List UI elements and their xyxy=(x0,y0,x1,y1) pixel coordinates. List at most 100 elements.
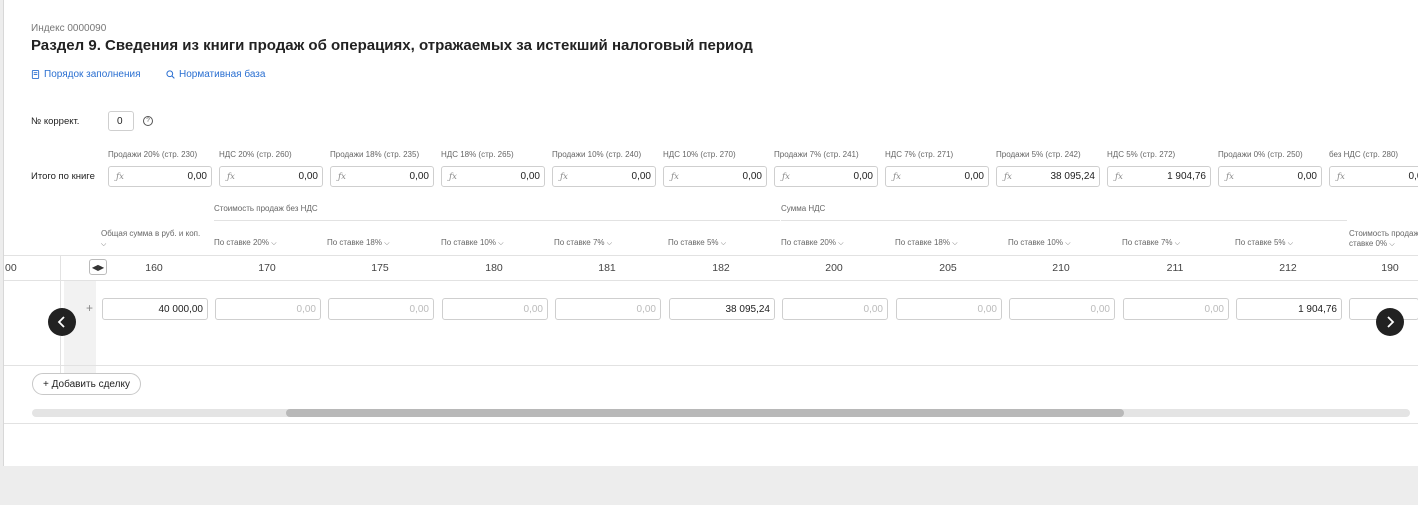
totals-field[interactable]: ƒx 1 904,76 xyxy=(1107,166,1211,187)
formula-icon: ƒx xyxy=(893,171,901,182)
totals-field[interactable]: ƒx 0,00 xyxy=(774,166,878,187)
totals-field[interactable]: ƒx 0,00 xyxy=(108,166,212,187)
row-input[interactable]: 0,00 xyxy=(896,298,1002,320)
totals-header: без НДС (стр. 280) xyxy=(1329,150,1399,159)
code-cell: 170 xyxy=(258,262,276,274)
formula-icon: ƒx xyxy=(338,171,346,182)
row-input[interactable]: 40 000,00 xyxy=(102,298,208,320)
totals-header: НДС 18% (стр. 265) xyxy=(441,150,514,159)
row-divider xyxy=(4,365,1418,366)
scrollbar-thumb[interactable] xyxy=(286,409,1124,417)
column-header-label: По ставке 20% xyxy=(781,238,836,247)
column-header-label: По ставке 18% xyxy=(895,238,950,247)
help-icon[interactable]: ? xyxy=(143,116,153,126)
totals-value: 0,00 xyxy=(187,171,207,182)
totals-field[interactable]: ƒx 0,00 xyxy=(330,166,434,187)
totals-value: 0,00 xyxy=(409,171,429,182)
code-divider xyxy=(4,280,1418,281)
formula-icon: ƒx xyxy=(449,171,457,182)
totals-header: НДС 5% (стр. 272) xyxy=(1107,150,1176,159)
add-deal-button[interactable]: + Добавить сделку xyxy=(32,373,141,395)
chevron-down-icon: ⌵ xyxy=(838,240,844,247)
column-header[interactable]: По ставке 10% ⌵ xyxy=(441,238,504,249)
code-cell: 211 xyxy=(1166,262,1184,274)
totals-field[interactable]: ƒx 0,00 xyxy=(1218,166,1322,187)
correction-input[interactable]: 0 xyxy=(108,111,134,131)
regulatory-link[interactable]: Нормативная база xyxy=(166,69,265,80)
row-add-icon[interactable]: + xyxy=(86,301,93,315)
formula-icon: ƒx xyxy=(560,171,568,182)
totals-value: 38 095,24 xyxy=(1050,171,1096,182)
column-header[interactable]: По ставке 5% ⌵ xyxy=(668,238,726,249)
totals-field[interactable]: ƒx 0,00 xyxy=(219,166,323,187)
totals-field[interactable]: ƒx 0,00 xyxy=(885,166,989,187)
column-header-total[interactable]: Общая сумма в руб. и коп. ⌵ xyxy=(101,229,200,250)
chevron-down-icon: ⌵ xyxy=(1389,241,1395,248)
row-input[interactable]: 0,00 xyxy=(328,298,434,320)
column-header[interactable]: По ставке 7% ⌵ xyxy=(1122,238,1180,249)
row-input[interactable]: 0,00 xyxy=(555,298,661,320)
fill-order-link-label: Порядок заполнения xyxy=(44,69,141,80)
section-card: Индекс 0000090 Раздел 9. Сведения из кни… xyxy=(3,0,1418,466)
totals-field[interactable]: ƒx 38 095,24 xyxy=(996,166,1100,187)
formula-icon: ƒx xyxy=(116,171,124,182)
scroll-left-button[interactable] xyxy=(48,308,76,336)
totals-value: 0,00 xyxy=(1408,171,1418,182)
code-cell: 180 xyxy=(485,262,503,274)
chevron-down-icon: ⌵ xyxy=(1065,240,1071,247)
code-cell: 181 xyxy=(598,262,616,274)
fill-order-link[interactable]: Порядок заполнения xyxy=(31,69,141,80)
chevron-down-icon: ⌵ xyxy=(498,240,504,247)
search-icon xyxy=(166,70,175,79)
chevron-right-icon xyxy=(1387,316,1395,328)
chevron-down-icon: ⌵ xyxy=(952,240,958,247)
column-header[interactable]: По ставке 10% ⌵ xyxy=(1008,238,1071,249)
totals-header: Продажи 0% (стр. 250) xyxy=(1218,150,1303,159)
chevron-down-icon: ⌵ xyxy=(720,240,727,247)
column-header[interactable]: По ставке 20% ⌵ xyxy=(214,238,277,249)
column-header-label: По ставке 10% xyxy=(441,238,496,247)
column-header-label: По ставке 5% xyxy=(668,238,719,247)
totals-header: НДС 10% (стр. 270) xyxy=(663,150,736,159)
column-header[interactable]: По ставке 18% ⌵ xyxy=(895,238,958,249)
code-cell: 212 xyxy=(1279,262,1297,274)
section-index: Индекс 0000090 xyxy=(31,23,107,34)
row-input[interactable]: 0,00 xyxy=(215,298,321,320)
regulatory-link-label: Нормативная база xyxy=(179,69,266,80)
group-header-vat: Сумма НДС xyxy=(781,204,826,213)
group-divider xyxy=(781,220,1347,221)
column-header[interactable]: По ставке 7% ⌵ xyxy=(554,238,612,249)
chevron-down-icon: ⌵ xyxy=(1287,240,1294,247)
chevron-down-icon: ⌵ xyxy=(1174,240,1181,247)
chevron-down-icon: ⌵ xyxy=(101,241,107,248)
code-cell: 190 xyxy=(1381,262,1399,274)
totals-field[interactable]: ƒx 0,00 xyxy=(663,166,767,187)
column-header[interactable]: Стоимость продаж по ставке 0% ⌵ xyxy=(1349,229,1418,250)
group-divider xyxy=(214,220,780,221)
document-icon xyxy=(31,70,40,79)
chevron-down-icon: ⌵ xyxy=(606,240,613,247)
row-input[interactable]: 0,00 xyxy=(782,298,888,320)
formula-icon: ƒx xyxy=(1115,171,1123,182)
row-input[interactable]: 0,00 xyxy=(1009,298,1115,320)
totals-field[interactable]: ƒx 0,00 xyxy=(1329,166,1418,187)
row-input[interactable]: 0,00 xyxy=(1123,298,1229,320)
row-input[interactable]: 0,00 xyxy=(442,298,548,320)
column-header[interactable]: По ставке 18% ⌵ xyxy=(327,238,390,249)
totals-field[interactable]: ƒx 0,00 xyxy=(441,166,545,187)
column-header[interactable]: По ставке 20% ⌵ xyxy=(781,238,844,249)
scroll-right-button[interactable] xyxy=(1376,308,1404,336)
row-input[interactable]: 1 904,76 xyxy=(1236,298,1342,320)
column-header-label: Стоимость продаж по xyxy=(1349,229,1418,238)
chevron-left-icon xyxy=(57,316,65,328)
totals-value: 0,00 xyxy=(853,171,873,182)
totals-header: Продажи 5% (стр. 242) xyxy=(996,150,1081,159)
chevron-down-icon: ⌵ xyxy=(384,240,390,247)
totals-header: НДС 20% (стр. 260) xyxy=(219,150,292,159)
totals-field[interactable]: ƒx 0,00 xyxy=(552,166,656,187)
column-header[interactable]: По ставке 5% ⌵ xyxy=(1235,238,1293,249)
page-title: Раздел 9. Сведения из книги продаж об оп… xyxy=(31,37,753,54)
column-header-label: ставке 0% xyxy=(1349,239,1388,248)
formula-icon: ƒx xyxy=(671,171,679,182)
row-input[interactable]: 38 095,24 xyxy=(669,298,775,320)
